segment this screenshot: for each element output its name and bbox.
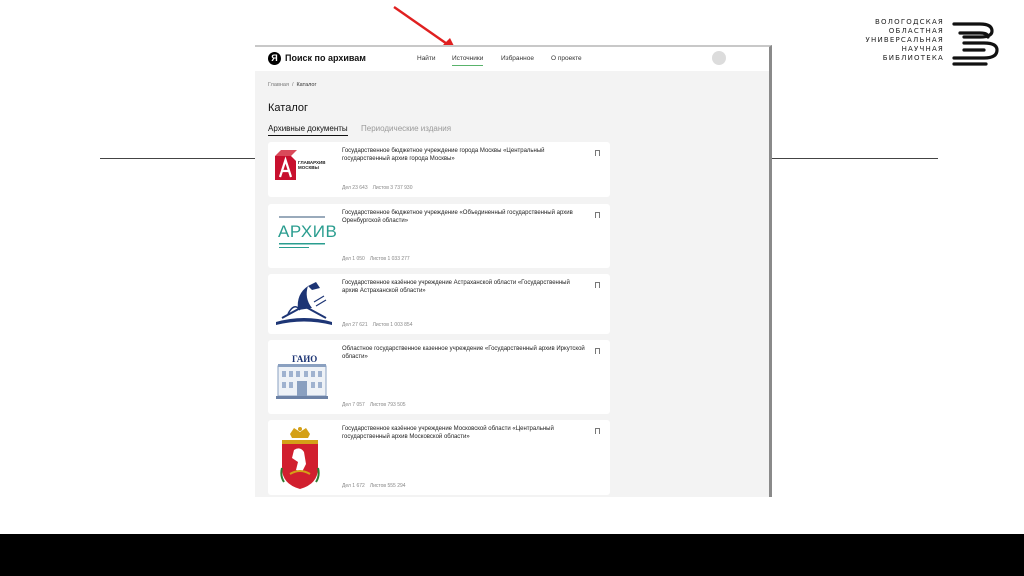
archive-card[interactable]: Государственное казённое учреждение Астр…	[268, 274, 610, 334]
archive-card-stats: Дел 27 621 Листов 1 003 854	[342, 322, 413, 328]
orenburg-archive-logo: АРХИВ	[275, 216, 337, 257]
library-name-line: УНИВЕРСАЛЬНАЯ	[865, 36, 944, 44]
tab-periodicals[interactable]: Периодические издания	[361, 124, 451, 133]
archive-card[interactable]: Государственное казённое учреждение Моск…	[268, 420, 610, 495]
archive-card-title[interactable]: Государственное казённое учреждение Астр…	[342, 280, 586, 295]
archives-search-screenshot: Я Поиск по архивам Найти Источники Избра…	[255, 45, 772, 497]
glavarchiv-moscow-logo: ГЛАВАРХИВ МОСКВЫ	[275, 150, 331, 187]
astrakhan-archive-logo	[274, 280, 332, 331]
archive-sheets-count: Листов 1 003 854	[372, 322, 413, 328]
divider-line-right	[772, 158, 938, 159]
archive-cases-count: Дел 27 621	[342, 322, 368, 328]
archive-card-stats: Дел 1 672 Листов 555 294	[342, 483, 406, 489]
nav-sources[interactable]: Источники	[452, 55, 484, 66]
nav-favorites[interactable]: Избранное	[501, 55, 534, 62]
archive-card-title[interactable]: Государственное казённое учреждение Моск…	[342, 426, 586, 441]
nav-about[interactable]: О проекте	[551, 55, 582, 62]
bookmark-icon[interactable]	[595, 212, 600, 218]
archive-card[interactable]: ГЛАВАРХИВ МОСКВЫ Государственное бюджетн…	[268, 142, 610, 197]
library-b-mark-icon	[952, 22, 999, 66]
library-name-line: НАУЧНАЯ	[901, 45, 944, 53]
archive-card[interactable]: АРХИВ Государственное бюджетное учрежден…	[268, 204, 610, 268]
archive-sheets-count: Листов 1 033 277	[369, 256, 410, 262]
archive-card-stats: Дел 7 057 Листов 793 505	[342, 402, 406, 408]
bookmark-icon[interactable]	[595, 282, 600, 288]
breadcrumb-home[interactable]: Главная	[268, 82, 289, 88]
library-name-line: ОБЛАСТНАЯ	[888, 27, 944, 35]
archive-card-stats: Дел 1 050 Листов 1 033 277	[342, 256, 410, 262]
library-name-line: БИБЛИОТЕКА	[882, 54, 944, 62]
yandex-logo-icon[interactable]: Я	[268, 52, 281, 65]
archive-sheets-count: Листов 3 737 930	[372, 185, 413, 191]
archive-card-stats: Дел 23 643 Листов 3 737 930	[342, 185, 413, 191]
library-name-line: ВОЛОГОДСКАЯ	[874, 18, 944, 26]
bookmark-icon[interactable]	[595, 428, 600, 434]
archive-card-title[interactable]: Государственное бюджетное учреждение «Об…	[342, 210, 586, 225]
bottom-black-band	[0, 534, 1024, 576]
breadcrumb: Главная / Каталог	[268, 82, 316, 88]
nav-find[interactable]: Найти	[417, 55, 436, 62]
orenburg-logo-text: АРХИВ	[278, 222, 338, 241]
avatar[interactable]	[712, 51, 726, 65]
bookmark-icon[interactable]	[595, 348, 600, 354]
breadcrumb-separator: /	[291, 82, 294, 88]
top-bar: Я Поиск по архивам Найти Источники Избра…	[255, 47, 769, 71]
archive-cases-count: Дел 1 672	[342, 483, 365, 489]
library-name: ВОЛОГОДСКАЯ ОБЛАСТНАЯ УНИВЕРСАЛЬНАЯ НАУЧ…	[866, 18, 944, 63]
archive-card[interactable]: ГАИО Областное государственное казенное …	[268, 340, 610, 414]
tab-archive-documents[interactable]: Архивные документы	[268, 124, 348, 136]
archive-cases-count: Дел 1 050	[342, 256, 365, 262]
archive-card-title[interactable]: Областное государственное казенное учреж…	[342, 346, 586, 361]
archive-sheets-count: Листов 555 294	[369, 483, 406, 489]
breadcrumb-current: Каталог	[296, 82, 317, 88]
archive-sheets-count: Листов 793 505	[369, 402, 406, 408]
archive-cases-count: Дел 23 643	[342, 185, 368, 191]
divider-line-left	[100, 158, 255, 159]
archive-card-title[interactable]: Государственное бюджетное учреждение гор…	[342, 148, 586, 163]
bookmark-icon[interactable]	[595, 150, 600, 156]
moscow-region-coat-of-arms	[280, 424, 336, 495]
library-logo: ВОЛОГОДСКАЯ ОБЛАСТНАЯ УНИВЕРСАЛЬНАЯ НАУЧ…	[866, 18, 1002, 68]
glavarchiv-logo-text: ГЛАВАРХИВ МОСКВЫ	[298, 160, 326, 170]
page-title: Каталог	[268, 102, 308, 114]
archive-cases-count: Дел 7 057	[342, 402, 365, 408]
brand-title[interactable]: Поиск по архивам	[285, 53, 366, 63]
